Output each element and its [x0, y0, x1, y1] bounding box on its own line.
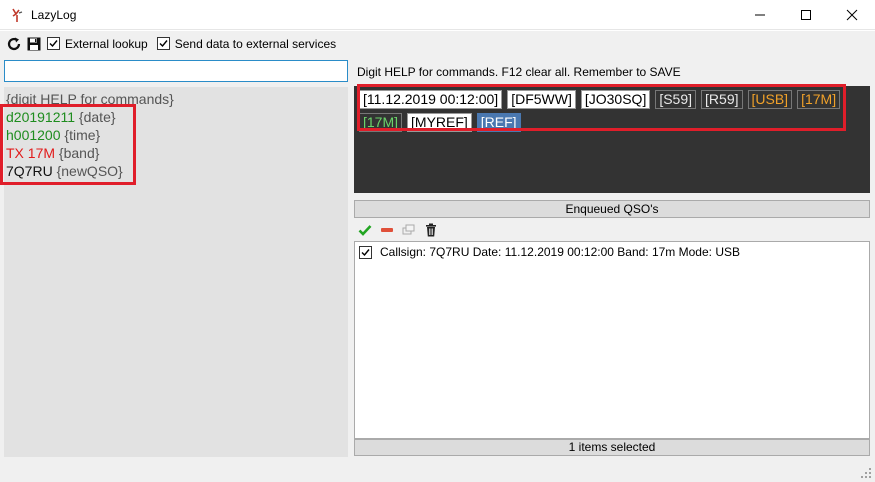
close-icon [846, 9, 858, 21]
refresh-button[interactable] [4, 34, 24, 54]
close-button[interactable] [829, 0, 875, 30]
checkmark-icon [361, 248, 370, 256]
enqueued-qso-list[interactable]: Callsign: 7Q7RU Date: 11.12.2019 00:12:0… [354, 241, 870, 439]
minimize-icon [755, 14, 765, 16]
qso-item-checkbox[interactable] [359, 245, 372, 259]
enqueued-qso-header: Enqueued QSO's [354, 200, 870, 218]
delete-button[interactable] [423, 222, 439, 238]
maximize-button[interactable] [783, 0, 829, 30]
minimize-button[interactable] [737, 0, 783, 30]
status-bar [0, 460, 875, 482]
external-lookup-label: External lookup [65, 36, 148, 51]
trash-icon [426, 223, 436, 237]
command-input[interactable] [4, 60, 348, 82]
resize-grip-icon[interactable] [860, 467, 872, 479]
external-lookup-toggle[interactable]: External lookup [47, 37, 148, 51]
floppy-disk-icon [27, 37, 41, 50]
qso-toolbar [357, 221, 439, 239]
highlight-box-right [357, 84, 846, 131]
help-text: Digit HELP for commands. F12 clear all. … [357, 65, 681, 79]
green-check-icon [358, 225, 372, 236]
refresh-icon [7, 37, 21, 50]
list-item[interactable]: Callsign: 7Q7RU Date: 11.12.2019 00:12:0… [359, 245, 740, 259]
selection-status: 1 items selected [354, 439, 870, 456]
copy-icon [402, 224, 415, 235]
send-data-toggle[interactable]: Send data to external services [156, 36, 337, 51]
remove-button[interactable] [379, 222, 395, 238]
minus-icon [381, 228, 393, 232]
maximize-icon [801, 10, 811, 20]
external-lookup-checkbox[interactable] [47, 37, 60, 50]
app-logo-icon [10, 7, 24, 23]
toolbar-strip: External lookup Send data to external se… [4, 32, 347, 55]
send-data-checkbox[interactable] [156, 37, 170, 50]
save-button[interactable] [24, 34, 44, 54]
duplicate-button[interactable] [401, 222, 417, 238]
confirm-button[interactable] [357, 222, 373, 238]
main-area: {digit HELP for commands} d20191211 {date… [0, 57, 875, 460]
window-title: LazyLog [31, 8, 77, 22]
checkmark-icon [49, 40, 58, 48]
send-data-label: Send data to external services [174, 36, 337, 51]
qso-item-label: Callsign: 7Q7RU Date: 11.12.2019 00:12:0… [380, 245, 740, 259]
toolbar: External lookup Send data to external se… [0, 31, 875, 57]
highlight-box-left [0, 104, 136, 185]
checkmark-icon [159, 40, 168, 48]
title-bar: LazyLog [0, 0, 875, 30]
